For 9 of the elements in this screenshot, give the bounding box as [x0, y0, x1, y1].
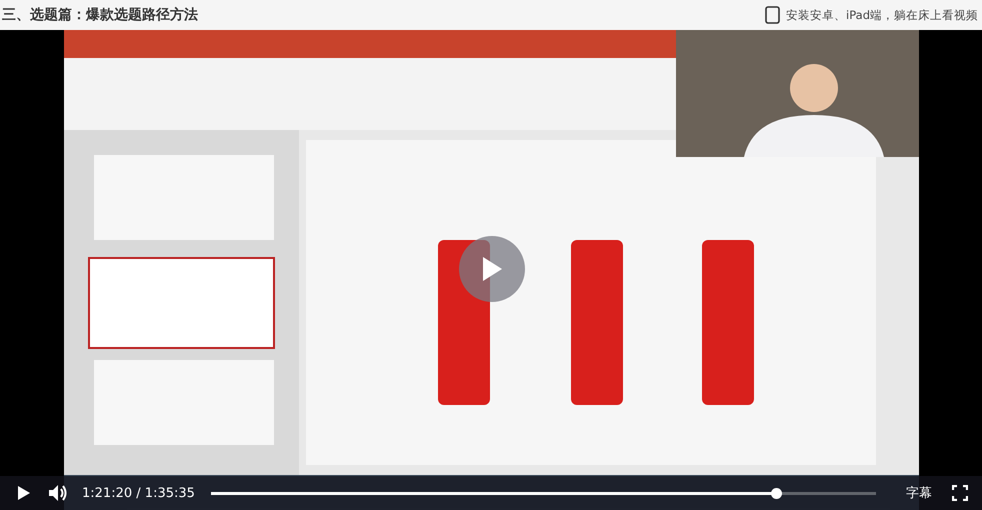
- play-icon: [480, 256, 504, 282]
- progress-handle[interactable]: [771, 488, 782, 498]
- volume-icon[interactable]: [48, 484, 68, 502]
- tablet-icon: [765, 6, 780, 24]
- video-title: 三、选题篇：爆款选题路径方法: [2, 6, 198, 24]
- subtitles-button[interactable]: 字幕: [900, 482, 938, 504]
- fullscreen-icon[interactable]: [952, 485, 968, 501]
- time-display: 1:21:20 / 1:35:35: [82, 486, 195, 500]
- promo-link[interactable]: 安装安卓、iPad端，躺在床上看视频: [786, 8, 978, 22]
